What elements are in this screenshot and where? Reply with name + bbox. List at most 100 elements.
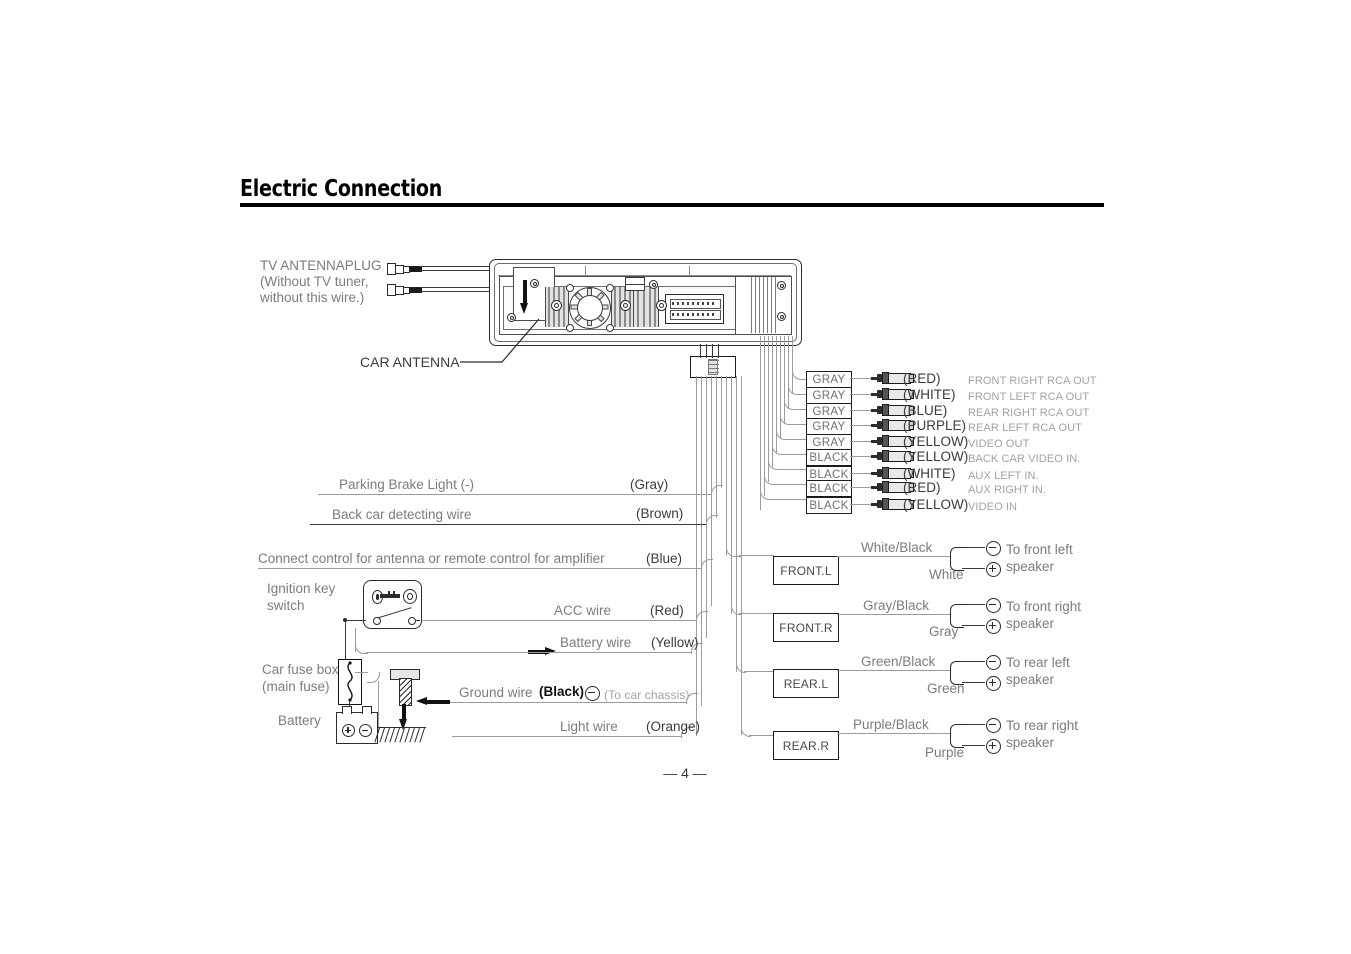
speaker-wire-neg-2 (837, 614, 951, 615)
rca-color-3: (BLUE) (903, 403, 948, 418)
ground-bolt-arrow (399, 704, 408, 730)
rca-feed-6 (780, 336, 781, 438)
chassis-tick-2 (689, 266, 690, 275)
rca-elbow-7 (768, 458, 807, 470)
control-line-6 (452, 736, 681, 737)
chassis-ground-hatch (374, 727, 426, 743)
chassis-screw-4 (620, 300, 631, 311)
rca-box-2: GRAY (806, 387, 852, 404)
speaker-box-3: REAR.L (773, 669, 839, 698)
car-fuse-box-icon (338, 659, 362, 705)
heatsink-fins-right (633, 287, 659, 327)
speaker-box-4: REAR.R (773, 731, 839, 760)
ground-branch-top (355, 672, 368, 673)
speaker-dest-3-line1: To rear left (1006, 655, 1070, 670)
harness-drop-4 (718, 344, 719, 358)
tv-antenna-plug-label-line1: TV ANTENNAPLUG (260, 258, 382, 273)
harness-exit-wires (751, 277, 777, 333)
rca-box-1: GRAY (806, 371, 852, 388)
speaker-box-2: FRONT.R (773, 613, 839, 642)
control-line-2 (310, 524, 706, 525)
control-line-5 (552, 652, 691, 653)
speaker-neg-label-4: Purple/Black (853, 717, 929, 732)
battery-branch-line (366, 652, 553, 653)
speaker-pos-label-4: Purple (925, 745, 965, 760)
chassis-screw-1 (530, 279, 539, 288)
rca-elbow-4 (780, 413, 807, 425)
wiring-harness-connector-block (665, 294, 724, 324)
rca-elbow-9 (760, 488, 807, 500)
ignition-right-lead (416, 620, 420, 621)
speaker-link-2 (739, 613, 774, 614)
control-wire-name-2: Back car detecting wire (332, 507, 472, 522)
ignition-down-lead (345, 620, 346, 664)
rca-color-2: (WHITE) (903, 387, 956, 402)
rca-elbow-1 (792, 368, 807, 380)
fuse-box-label-line2: (main fuse) (262, 679, 330, 694)
speaker-neg-lead-1 (962, 547, 985, 548)
control-wire-name-5: Battery wire (560, 635, 632, 650)
control-bundle-3 (706, 376, 707, 638)
speaker-feed-3 (736, 376, 737, 672)
control-bundle-1 (696, 376, 697, 736)
harness-drop-3 (712, 344, 713, 358)
speaker-dest-4-line1: To rear right (1006, 718, 1079, 733)
rca-elbow-3 (784, 398, 807, 410)
ground-branch-vertical (378, 681, 379, 733)
speaker-minus-icon-3 (986, 655, 1001, 670)
left-harness-connector (690, 356, 736, 378)
speaker-dest-1-line1: To front left (1006, 542, 1073, 557)
control-bundle-5 (716, 376, 717, 518)
rca-link-1 (850, 378, 872, 379)
rca-link-3 (850, 410, 872, 411)
speaker-feed-1 (726, 376, 727, 556)
rca-elbow-6 (772, 443, 807, 455)
ignition-switch-label-line1: Ignition key (267, 581, 336, 596)
speaker-dest-1-line2: speaker (1006, 559, 1055, 574)
control-bundle-2 (701, 376, 702, 706)
control-line-1 (318, 494, 711, 495)
rca-box-4: GRAY (806, 418, 852, 435)
speaker-neg-lead-2 (962, 604, 985, 605)
title-underline (240, 203, 1104, 207)
rca-box-9: BLACK (806, 497, 852, 514)
control-line-4 (418, 620, 696, 621)
control-line-3 (258, 568, 701, 569)
speaker-pos-lead-2 (962, 625, 985, 626)
speaker-neg-label-1: White/Black (861, 540, 933, 555)
rca-function-9: VIDEO IN (968, 501, 1018, 513)
control-wire-color-3: (Blue) (646, 551, 683, 566)
control-wire-name-1: Parking Brake Light (-) (339, 477, 475, 492)
rca-box-6: BLACK (806, 449, 852, 466)
rca-function-6: BACK CAR VIDEO IN. (968, 453, 1081, 465)
harness-drop-2 (706, 344, 707, 358)
speaker-link-4 (749, 735, 774, 736)
rca-link-5 (850, 441, 872, 442)
speaker-pos-label-1: White (929, 567, 964, 582)
tv-antenna-plug-label-line3: without this wire.) (260, 290, 365, 305)
control-wire-name-3: Connect control for antenna or remote co… (258, 551, 605, 566)
rca-link-6 (850, 456, 872, 457)
speaker-dest-3-line2: speaker (1006, 672, 1055, 687)
speaker-minus-icon-1 (986, 541, 1001, 556)
speaker-neg-lead-4 (962, 724, 985, 725)
speaker-pos-lead-1 (962, 568, 985, 569)
rca-elbow-8 (764, 473, 807, 485)
speaker-minus-icon-4 (986, 718, 1001, 733)
control-elbow-2 (706, 515, 718, 526)
speaker-dest-2-line2: speaker (1006, 616, 1055, 631)
speaker-pos-label-2: Gray (929, 624, 959, 639)
rca-color-5: (YELLOW) (903, 434, 969, 449)
speaker-wire-neg-3 (837, 670, 951, 671)
rca-elbow-2 (788, 383, 807, 395)
speaker-pos-lead-4 (962, 745, 985, 746)
ignition-key-switch-icon (363, 580, 422, 629)
manual-page: Electric Connection TV ANTENNAPLUG (With… (0, 0, 1351, 954)
antenna-plug-icon-1 (387, 262, 422, 276)
minus-circle-icon (585, 686, 600, 701)
car-antenna-label: CAR ANTENNA (360, 354, 460, 370)
harness-drop-1 (700, 344, 701, 358)
control-wire-color-1: (Gray) (630, 477, 669, 492)
chassis-screw-8 (777, 312, 786, 321)
rca-link-9 (850, 504, 872, 505)
